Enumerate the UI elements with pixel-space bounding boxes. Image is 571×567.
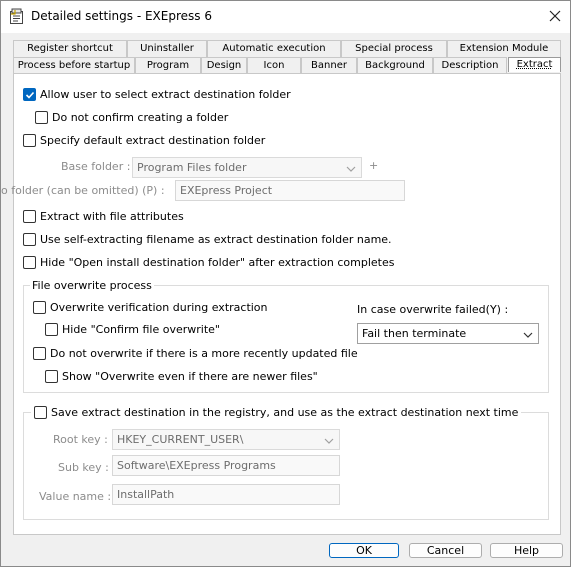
use-sfx-filename-label: Use self-extracting filename as extract … (40, 233, 392, 246)
show-overwrite-newer-label: Show "Overwrite even if there are newer … (62, 370, 318, 383)
extract-attributes-checkbox[interactable] (23, 210, 36, 223)
no-overwrite-newer-option[interactable]: Do not overwrite if there is a more rece… (33, 347, 358, 360)
save-registry-label: Save extract destination in the registry… (51, 406, 519, 419)
add-base-folder-button[interactable]: + (369, 159, 378, 172)
base-folder-value: Program Files folder (137, 161, 247, 174)
window-title: Detailed settings - EXEpress 6 (31, 9, 212, 23)
save-registry-option[interactable]: Save extract destination in the registry… (31, 406, 522, 419)
tab-extract[interactable]: Extract (508, 57, 561, 72)
file-overwrite-group-title: File overwrite process (30, 279, 154, 292)
tab-special-process[interactable]: Special process (341, 40, 447, 57)
overwrite-verify-label: Overwrite verification during extraction (50, 301, 268, 314)
hide-confirm-overwrite-label: Hide "Confirm file overwrite" (62, 323, 220, 336)
hide-confirm-overwrite-option[interactable]: Hide "Confirm file overwrite" (45, 323, 220, 336)
tab-banner[interactable]: Banner (301, 57, 357, 74)
no-confirm-create-option[interactable]: Do not confirm creating a folder (35, 111, 228, 124)
specify-default-folder-label: Specify default extract destination fold… (40, 134, 266, 147)
tab-extension-module[interactable]: Extension Module (447, 40, 561, 57)
tab-process-before-startup[interactable]: Process before startup (13, 57, 135, 74)
overwrite-failed-label: In case overwrite failed(Y) : (357, 303, 509, 316)
base-folder-label: Base folder : (61, 160, 131, 173)
no-confirm-create-checkbox[interactable] (35, 111, 48, 124)
show-overwrite-newer-option[interactable]: Show "Overwrite even if there are newer … (45, 370, 318, 383)
value-name-input[interactable]: InstallPath (112, 484, 340, 505)
use-sfx-filename-checkbox[interactable] (23, 233, 36, 246)
allow-select-folder-label: Allow user to select extract destination… (40, 88, 291, 101)
overwrite-verify-checkbox[interactable] (33, 301, 46, 314)
overwrite-failed-value: Fail then terminate (362, 327, 467, 340)
subfolder-label: o folder (can be omitted) (P) : (1, 184, 165, 197)
specify-default-folder-option[interactable]: Specify default extract destination fold… (23, 134, 265, 147)
extract-attributes-option[interactable]: Extract with file attributes (23, 210, 184, 223)
sub-key-input[interactable]: Software\EXEpress Programs (112, 455, 340, 476)
value-name-label: Value name : (39, 490, 112, 503)
save-registry-checkbox[interactable] (34, 406, 47, 419)
hide-confirm-overwrite-checkbox[interactable] (45, 323, 58, 336)
checkmark-icon (25, 91, 34, 99)
base-folder-select[interactable]: Program Files folder (132, 157, 362, 178)
hide-open-folder-option[interactable]: Hide "Open install destination folder" a… (23, 256, 394, 269)
close-button[interactable] (541, 5, 569, 29)
allow-select-folder-checkbox[interactable] (23, 88, 36, 101)
help-button[interactable]: Help (490, 543, 563, 558)
root-key-select[interactable]: HKEY_CURRENT_USER\ (112, 429, 340, 450)
specify-default-folder-checkbox[interactable] (23, 134, 36, 147)
tab-icon[interactable]: Icon (247, 57, 301, 74)
chevron-down-icon (523, 327, 533, 346)
no-overwrite-newer-checkbox[interactable] (33, 347, 46, 360)
hide-open-folder-label: Hide "Open install destination folder" a… (40, 256, 395, 269)
sub-key-label: Sub key : (58, 461, 109, 474)
cancel-button[interactable]: Cancel (409, 543, 482, 558)
tab-uninstaller[interactable]: Uninstaller (127, 40, 207, 57)
root-key-label: Root key : (53, 433, 108, 446)
subfolder-input[interactable]: EXEpress Project (175, 180, 405, 201)
settings-app-icon (9, 8, 25, 25)
root-key-value: HKEY_CURRENT_USER\ (117, 433, 244, 446)
ok-button[interactable]: OK (329, 543, 399, 558)
use-sfx-filename-option[interactable]: Use self-extracting filename as extract … (23, 233, 392, 246)
tab-program[interactable]: Program (135, 57, 201, 74)
chevron-down-icon (324, 433, 334, 452)
no-confirm-create-label: Do not confirm creating a folder (52, 111, 229, 124)
settings-dialog: Detailed settings - EXEpress 6 Register … (0, 0, 571, 567)
chevron-down-icon (346, 161, 356, 180)
overwrite-failed-select[interactable]: Fail then terminate (357, 323, 539, 344)
show-overwrite-newer-checkbox[interactable] (45, 370, 58, 383)
allow-select-folder-option[interactable]: Allow user to select extract destination… (23, 88, 291, 101)
tab-description[interactable]: Description (433, 57, 507, 74)
extract-attributes-label: Extract with file attributes (40, 210, 184, 223)
title-bar: Detailed settings - EXEpress 6 (1, 1, 570, 33)
hide-open-folder-checkbox[interactable] (23, 256, 36, 269)
close-icon (549, 10, 561, 25)
no-overwrite-newer-label: Do not overwrite if there is a more rece… (50, 347, 358, 360)
tab-background[interactable]: Background (357, 57, 433, 74)
tab-register-shortcut[interactable]: Register shortcut (13, 40, 127, 57)
tab-automatic-execution[interactable]: Automatic execution (207, 40, 341, 57)
tab-design[interactable]: Design (201, 57, 247, 74)
overwrite-verify-option[interactable]: Overwrite verification during extraction (33, 301, 268, 314)
